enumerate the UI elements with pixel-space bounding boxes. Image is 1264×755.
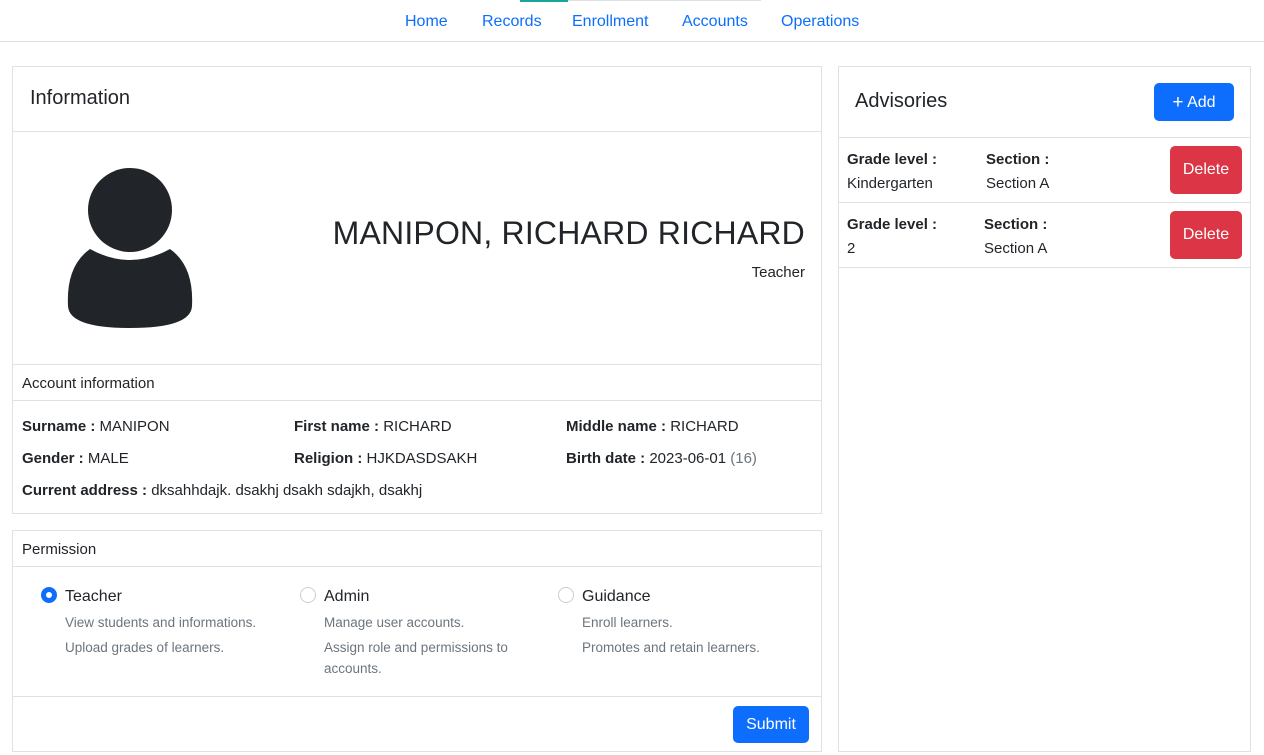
guidance-radio[interactable] — [558, 587, 574, 603]
gender-field: Gender : MALE — [22, 450, 129, 467]
admin-desc-line: Assign role and permissions to accounts. — [324, 640, 508, 676]
birth-date-label: Birth date : — [566, 450, 646, 467]
guidance-option-description: Enroll learners. Promotes and retain lea… — [582, 612, 792, 658]
nav-accounts[interactable]: Accounts — [682, 13, 748, 31]
full-name: MANIPON, RICHARD RICHARD — [332, 215, 805, 251]
account-info-heading: Account information — [22, 375, 155, 392]
admin-option-description: Manage user accounts. Assign role and pe… — [324, 612, 534, 679]
permission-card: Permission Teacher View students and inf… — [12, 530, 822, 752]
birth-date-field: Birth date : 2023-06-01 (16) — [566, 450, 757, 467]
birth-date-value: 2023-06-01 — [649, 450, 727, 467]
grade-level-value: Kindergarten — [847, 175, 933, 192]
admin-radio[interactable] — [300, 587, 316, 603]
divider — [13, 400, 821, 401]
divider — [13, 364, 821, 365]
delete-advisory-button[interactable]: Delete — [1170, 211, 1242, 259]
section-label: Section : — [984, 216, 1048, 233]
guidance-desc-line: Enroll learners. — [582, 615, 673, 630]
section-value: Section A — [984, 240, 1048, 257]
grade-level-label: Grade level : — [847, 216, 938, 233]
address-value: dksahhdajk. dsakhj dsakh sdajkh, dsakhj — [151, 482, 423, 499]
first-name-label: First name : — [294, 418, 380, 435]
divider — [839, 137, 1250, 138]
submit-button[interactable]: Submit — [733, 706, 809, 743]
surname-field: Surname : MANIPON — [22, 418, 170, 435]
user-avatar-icon — [67, 168, 193, 328]
surname-value: MANIPON — [99, 418, 170, 435]
gender-label: Gender : — [22, 450, 84, 467]
information-card: Information MANIPON, RICHARD RICHARD Tea… — [12, 66, 822, 514]
plus-icon: + — [1172, 92, 1184, 113]
surname-label: Surname : — [22, 418, 96, 435]
middle-name-field: Middle name : RICHARD — [566, 418, 739, 435]
guidance-option-label[interactable]: Guidance — [582, 588, 651, 606]
role-text: Teacher — [751, 264, 805, 281]
nav-divider — [568, 0, 761, 1]
add-advisory-button[interactable]: + Add — [1154, 83, 1234, 121]
divider — [13, 566, 821, 567]
teacher-option-description: View students and informations. Upload g… — [65, 612, 275, 658]
first-name-value: RICHARD — [383, 418, 452, 435]
top-navbar: Home Records Enrollment Accounts Operati… — [0, 0, 1264, 42]
information-title: Information — [30, 87, 131, 109]
nav-records[interactable]: Records — [482, 13, 542, 31]
religion-label: Religion : — [294, 450, 363, 467]
nav-enrollment[interactable]: Enrollment — [572, 13, 648, 31]
address-label: Current address : — [22, 482, 148, 499]
admin-desc-line: Manage user accounts. — [324, 615, 465, 630]
gender-value: MALE — [87, 450, 129, 467]
teacher-option-label[interactable]: Teacher — [65, 588, 122, 606]
teacher-desc-line: Upload grades of learners. — [65, 640, 225, 655]
advisories-title: Advisories — [855, 90, 948, 112]
divider — [13, 131, 821, 132]
nav-active-indicator — [520, 0, 568, 2]
nav-home[interactable]: Home — [405, 13, 448, 31]
first-name-field: First name : RICHARD — [294, 418, 452, 435]
section-value: Section A — [986, 175, 1050, 192]
middle-name-value: RICHARD — [670, 418, 739, 435]
delete-advisory-button[interactable]: Delete — [1170, 146, 1242, 194]
teacher-desc-line: View students and informations. — [65, 615, 257, 630]
add-button-label: Add — [1187, 94, 1216, 111]
divider — [839, 202, 1250, 203]
middle-name-label: Middle name : — [566, 418, 667, 435]
advisories-card: Advisories + Add Grade level : Kindergar… — [838, 66, 1251, 752]
grade-level-label: Grade level : — [847, 151, 938, 168]
guidance-desc-line: Promotes and retain learners. — [582, 640, 760, 655]
grade-level-value: 2 — [847, 240, 856, 257]
religion-field: Religion : HJKDASDSAKH — [294, 450, 477, 467]
section-label: Section : — [986, 151, 1050, 168]
nav-operations[interactable]: Operations — [781, 13, 859, 31]
divider — [839, 267, 1250, 268]
age-value: (16) — [730, 450, 757, 467]
divider — [13, 696, 821, 697]
teacher-radio[interactable] — [41, 587, 57, 603]
permission-heading: Permission — [22, 541, 97, 558]
admin-option-label[interactable]: Admin — [324, 588, 369, 606]
address-field: Current address : dksahhdajk. dsakhj dsa… — [22, 482, 422, 499]
religion-value: HJKDASDSAKH — [366, 450, 478, 467]
